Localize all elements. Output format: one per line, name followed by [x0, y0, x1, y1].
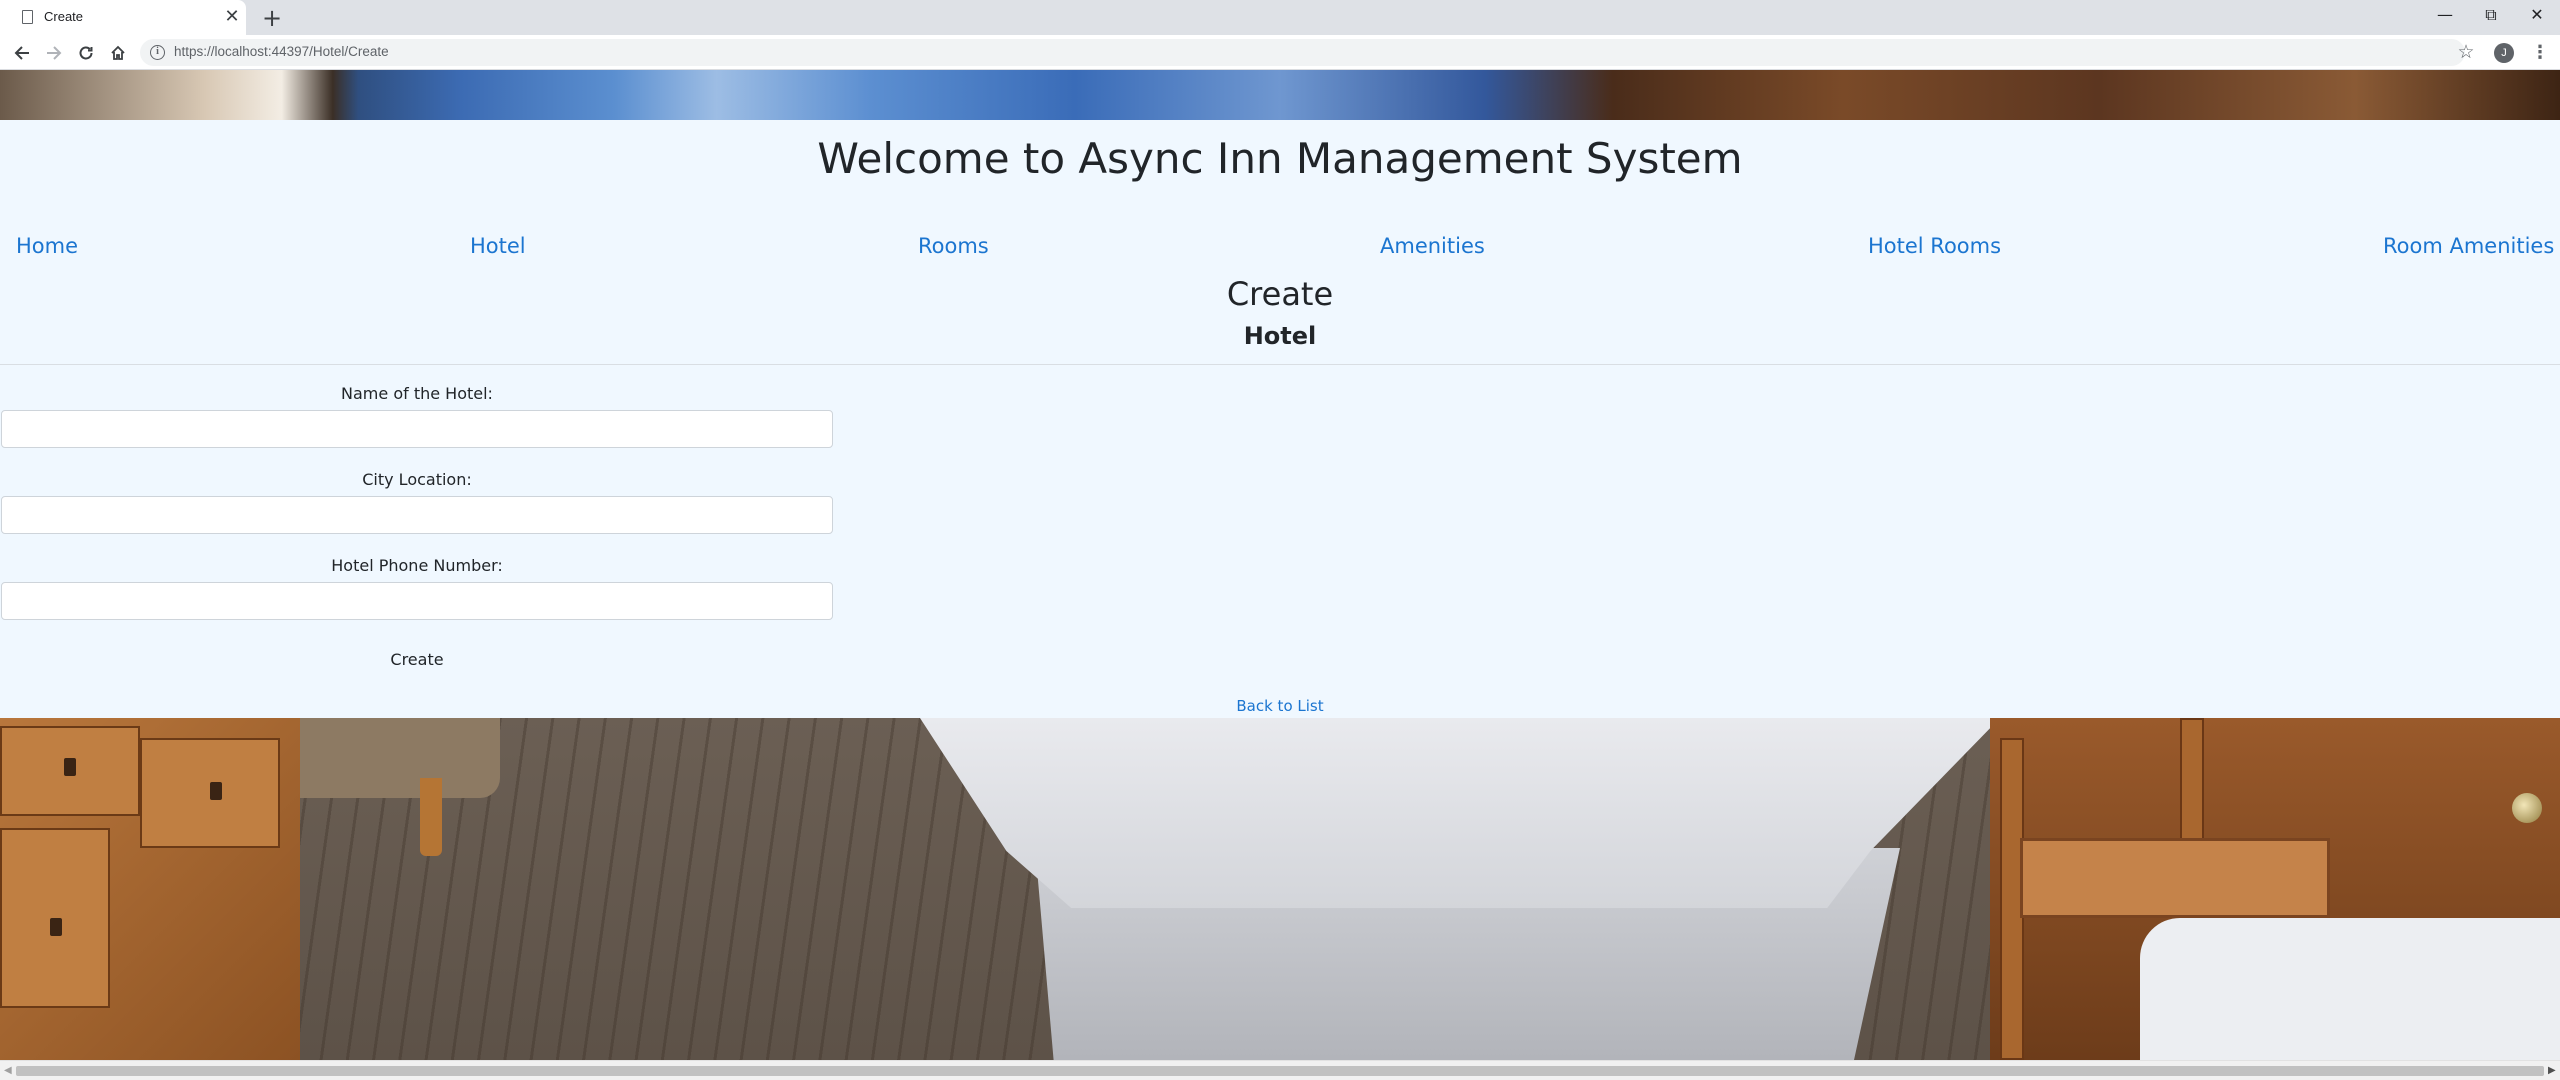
horizontal-scrollbar[interactable]: ◀ ▶ [0, 1060, 2560, 1080]
site-heading: Welcome to Async Inn Management System [817, 134, 1743, 183]
brass-knob-graphic [2512, 793, 2542, 823]
nav-link-amenities[interactable]: Amenities [1380, 234, 1485, 258]
knob-graphic [50, 918, 62, 936]
restore-window-icon[interactable]: ⧉ [2468, 0, 2514, 30]
phone-number-label: Hotel Phone Number: [331, 556, 503, 575]
reload-icon[interactable] [72, 39, 100, 67]
phone-number-input[interactable] [1, 582, 833, 620]
browser-toolbar: i https://localhost:44397/Hotel/Create ☆… [0, 35, 2560, 70]
minimize-window-icon[interactable]: — [2422, 0, 2468, 30]
hotel-name-label: Name of the Hotel: [341, 384, 493, 403]
browser-tab-strip: Create ✕ + — ⧉ ✕ [0, 0, 2560, 35]
close-window-icon[interactable]: ✕ [2514, 0, 2560, 30]
page-subtitle: Hotel [1243, 322, 1317, 350]
scrollbar-thumb[interactable] [16, 1066, 2544, 1076]
scroll-left-icon[interactable]: ◀ [4, 1065, 12, 1076]
nav-link-hotel-rooms[interactable]: Hotel Rooms [1868, 234, 2001, 258]
shelf-graphic [2020, 838, 2330, 918]
hotel-name-input[interactable] [1, 410, 833, 448]
dresser-graphic [0, 718, 300, 1060]
create-button[interactable]: Create [0, 650, 834, 669]
bedspread-graphic [920, 718, 2000, 908]
armchair-graphic [300, 718, 500, 798]
main-content: Welcome to Async Inn Management System H… [0, 120, 2560, 718]
new-tab-button[interactable]: + [258, 4, 286, 32]
city-location-input[interactable] [1, 496, 833, 534]
address-bar[interactable]: i https://localhost:44397/Hotel/Create [140, 39, 2465, 66]
knob-graphic [210, 782, 222, 800]
nav-link-rooms[interactable]: Rooms [918, 234, 989, 258]
bookmark-star-icon[interactable]: ☆ [2453, 39, 2479, 65]
back-to-list-link[interactable]: Back to List [0, 697, 2560, 715]
chair-leg-graphic [420, 778, 442, 856]
url-path: :44397/Hotel/Create [267, 44, 389, 59]
close-tab-icon[interactable]: ✕ [222, 7, 242, 27]
url-host: https://localhost [174, 44, 268, 59]
page-viewport: Welcome to Async Inn Management System H… [0, 70, 2560, 1060]
hotel-room-background-image [0, 70, 2560, 120]
forward-arrow-icon[interactable] [40, 39, 68, 67]
home-icon[interactable] [104, 39, 132, 67]
url-text: https://localhost:44397/Hotel/Create [174, 44, 389, 59]
browser-menu-icon[interactable]: ⋮ [2530, 41, 2550, 65]
tab-title: Create [44, 9, 84, 24]
bed-graphic [2140, 918, 2560, 1060]
main-nav: Home Hotel Rooms Amenities Hotel Rooms R… [0, 234, 2560, 264]
scroll-right-icon[interactable]: ▶ [2548, 1065, 2556, 1076]
site-info-icon[interactable]: i [150, 45, 165, 60]
nav-link-room-amenities[interactable]: Room Amenities [2383, 234, 2554, 258]
nav-link-hotel[interactable]: Hotel [470, 234, 526, 258]
nav-link-home[interactable]: Home [16, 234, 78, 258]
divider [0, 364, 2560, 365]
profile-avatar[interactable]: J [2494, 43, 2514, 63]
city-location-label: City Location: [362, 470, 472, 489]
browser-tab[interactable]: Create ✕ [0, 0, 246, 35]
knob-graphic [64, 758, 76, 776]
bedroom-background-image [0, 718, 2560, 1060]
page-title: Create [1226, 275, 1334, 313]
document-icon [22, 10, 33, 24]
back-arrow-icon[interactable] [8, 39, 36, 67]
